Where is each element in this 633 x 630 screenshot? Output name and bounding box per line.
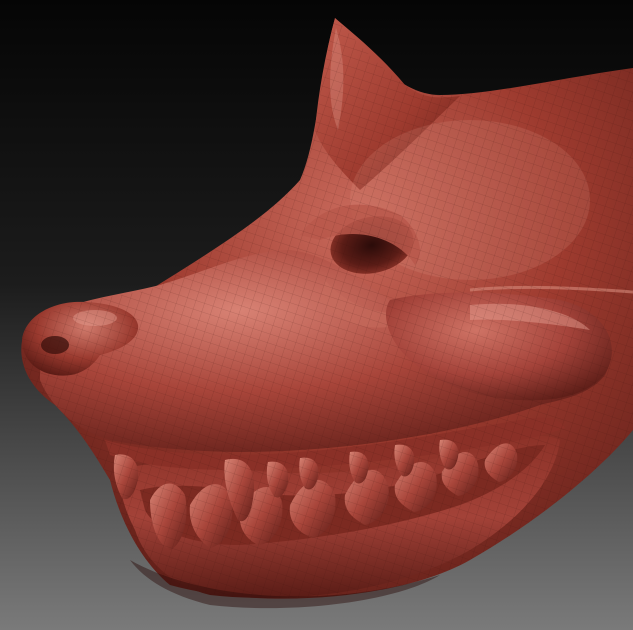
viewport [0, 0, 633, 630]
sculpt-render [0, 0, 633, 630]
